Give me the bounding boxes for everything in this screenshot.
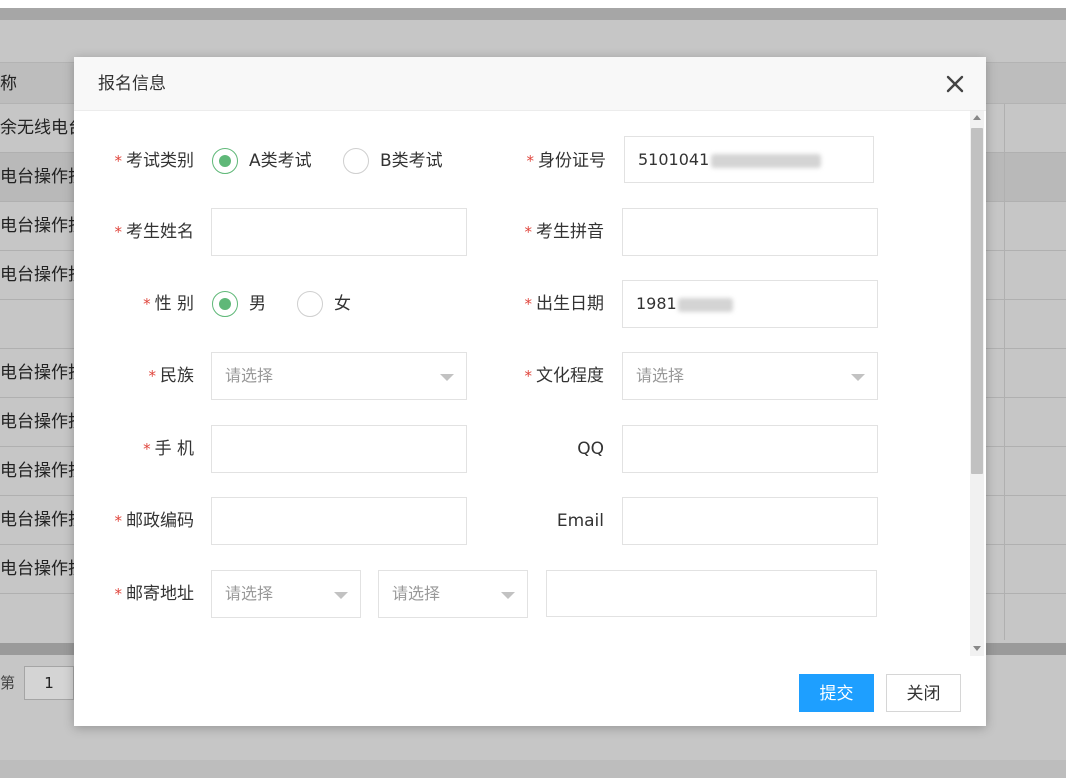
- background-pager-label: 第: [0, 674, 16, 692]
- ethnicity-select[interactable]: 请选择: [211, 352, 467, 400]
- background-bottom-bar: [0, 760, 1066, 778]
- postcode-input[interactable]: [211, 497, 467, 545]
- close-icon[interactable]: [942, 71, 968, 97]
- dialog-content: * 考试类别 A类考试 B类考试 * 身份证号 5101041 * 考生姓名 * 考生拼…: [74, 111, 986, 656]
- background-row-text: 电台操作技: [0, 363, 85, 383]
- dialog-scrollbar[interactable]: [970, 111, 984, 656]
- radio-label: 男: [249, 294, 266, 314]
- radio-gender-female[interactable]: 女: [297, 280, 367, 328]
- exam-type-label: * 考试类别: [114, 151, 195, 171]
- background-top-bar: [0, 0, 1066, 8]
- scroll-up-icon[interactable]: [973, 115, 981, 120]
- background-row-text: 电台操作技: [0, 265, 85, 285]
- close-button[interactable]: 关闭: [886, 674, 961, 712]
- education-label: * 文化程度: [524, 366, 605, 386]
- radio-label: B类考试: [380, 151, 443, 171]
- ethnicity-label: * 民族: [148, 366, 195, 386]
- background-row-text: 电台操作技: [0, 412, 85, 432]
- qq-input[interactable]: [622, 425, 878, 473]
- radio-unchecked-icon: [297, 291, 323, 317]
- birth-date-label: * 出生日期: [524, 294, 605, 314]
- gender-label: * 性 别: [143, 294, 194, 314]
- background-row-text: 电台操作技: [0, 167, 85, 187]
- id-number-input[interactable]: 5101041: [624, 136, 874, 183]
- radio-exam-type-b[interactable]: B类考试: [343, 137, 453, 185]
- scroll-down-icon[interactable]: [973, 646, 981, 651]
- background-row-text: 余无线电台: [0, 118, 85, 138]
- province-select-value: 请选择: [225, 584, 274, 603]
- background-row-text: 电台操作技: [0, 216, 85, 236]
- address-label: * 邮寄地址: [114, 584, 195, 604]
- background-gap: [0, 8, 1066, 20]
- id-number-value: 5101041: [638, 150, 710, 169]
- qq-label: QQ: [577, 439, 604, 459]
- birth-date-input[interactable]: 1981: [622, 280, 878, 328]
- birth-date-value: 1981: [636, 294, 677, 313]
- ethnicity-select-value: 请选择: [225, 366, 274, 385]
- background-header-text: 称: [0, 74, 17, 94]
- city-select[interactable]: 请选择: [378, 570, 528, 618]
- phone-input[interactable]: [211, 425, 467, 473]
- education-select-value: 请选择: [636, 366, 685, 385]
- chevron-down-icon: [851, 374, 865, 381]
- radio-checked-icon: [212, 148, 238, 174]
- city-select-value: 请选择: [392, 584, 441, 603]
- chevron-down-icon: [334, 592, 348, 599]
- background-row-text: 电台操作技: [0, 461, 85, 481]
- id-number-label: * 身份证号: [526, 151, 607, 171]
- radio-exam-type-a[interactable]: A类考试: [212, 137, 322, 185]
- background-column-divider: [1004, 104, 1005, 640]
- pinyin-label: * 考生拼音: [524, 222, 605, 242]
- registration-dialog: 报名信息 * 考试类别 A类考试 B类考试 * 身份证号 5101041 * 考生姓名…: [74, 57, 986, 726]
- postcode-label: * 邮政编码: [114, 511, 195, 531]
- background-row-text: 电台操作技: [0, 510, 85, 530]
- chevron-down-icon: [440, 374, 454, 381]
- pinyin-input[interactable]: [622, 208, 878, 256]
- scrollbar-thumb[interactable]: [971, 128, 983, 474]
- redacted-blur: [711, 153, 822, 168]
- radio-label: 女: [334, 294, 351, 314]
- province-select[interactable]: 请选择: [211, 570, 361, 618]
- email-input[interactable]: [622, 497, 878, 545]
- address-detail-input[interactable]: [546, 570, 877, 617]
- name-label: * 考生姓名: [114, 222, 195, 242]
- email-label: Email: [556, 511, 604, 531]
- dialog-header: 报名信息: [74, 57, 986, 111]
- background-row-text: 电台操作技: [0, 559, 85, 579]
- education-select[interactable]: 请选择: [622, 352, 878, 400]
- radio-label: A类考试: [249, 151, 312, 171]
- redacted-blur: [677, 297, 733, 312]
- radio-unchecked-icon: [343, 148, 369, 174]
- radio-gender-male[interactable]: 男: [212, 280, 282, 328]
- submit-button[interactable]: 提交: [799, 674, 874, 712]
- background-pager-input: 1: [24, 666, 74, 700]
- phone-label: * 手 机: [143, 439, 194, 459]
- radio-checked-icon: [212, 291, 238, 317]
- dialog-title: 报名信息: [98, 74, 166, 94]
- name-input[interactable]: [211, 208, 467, 256]
- chevron-down-icon: [501, 592, 515, 599]
